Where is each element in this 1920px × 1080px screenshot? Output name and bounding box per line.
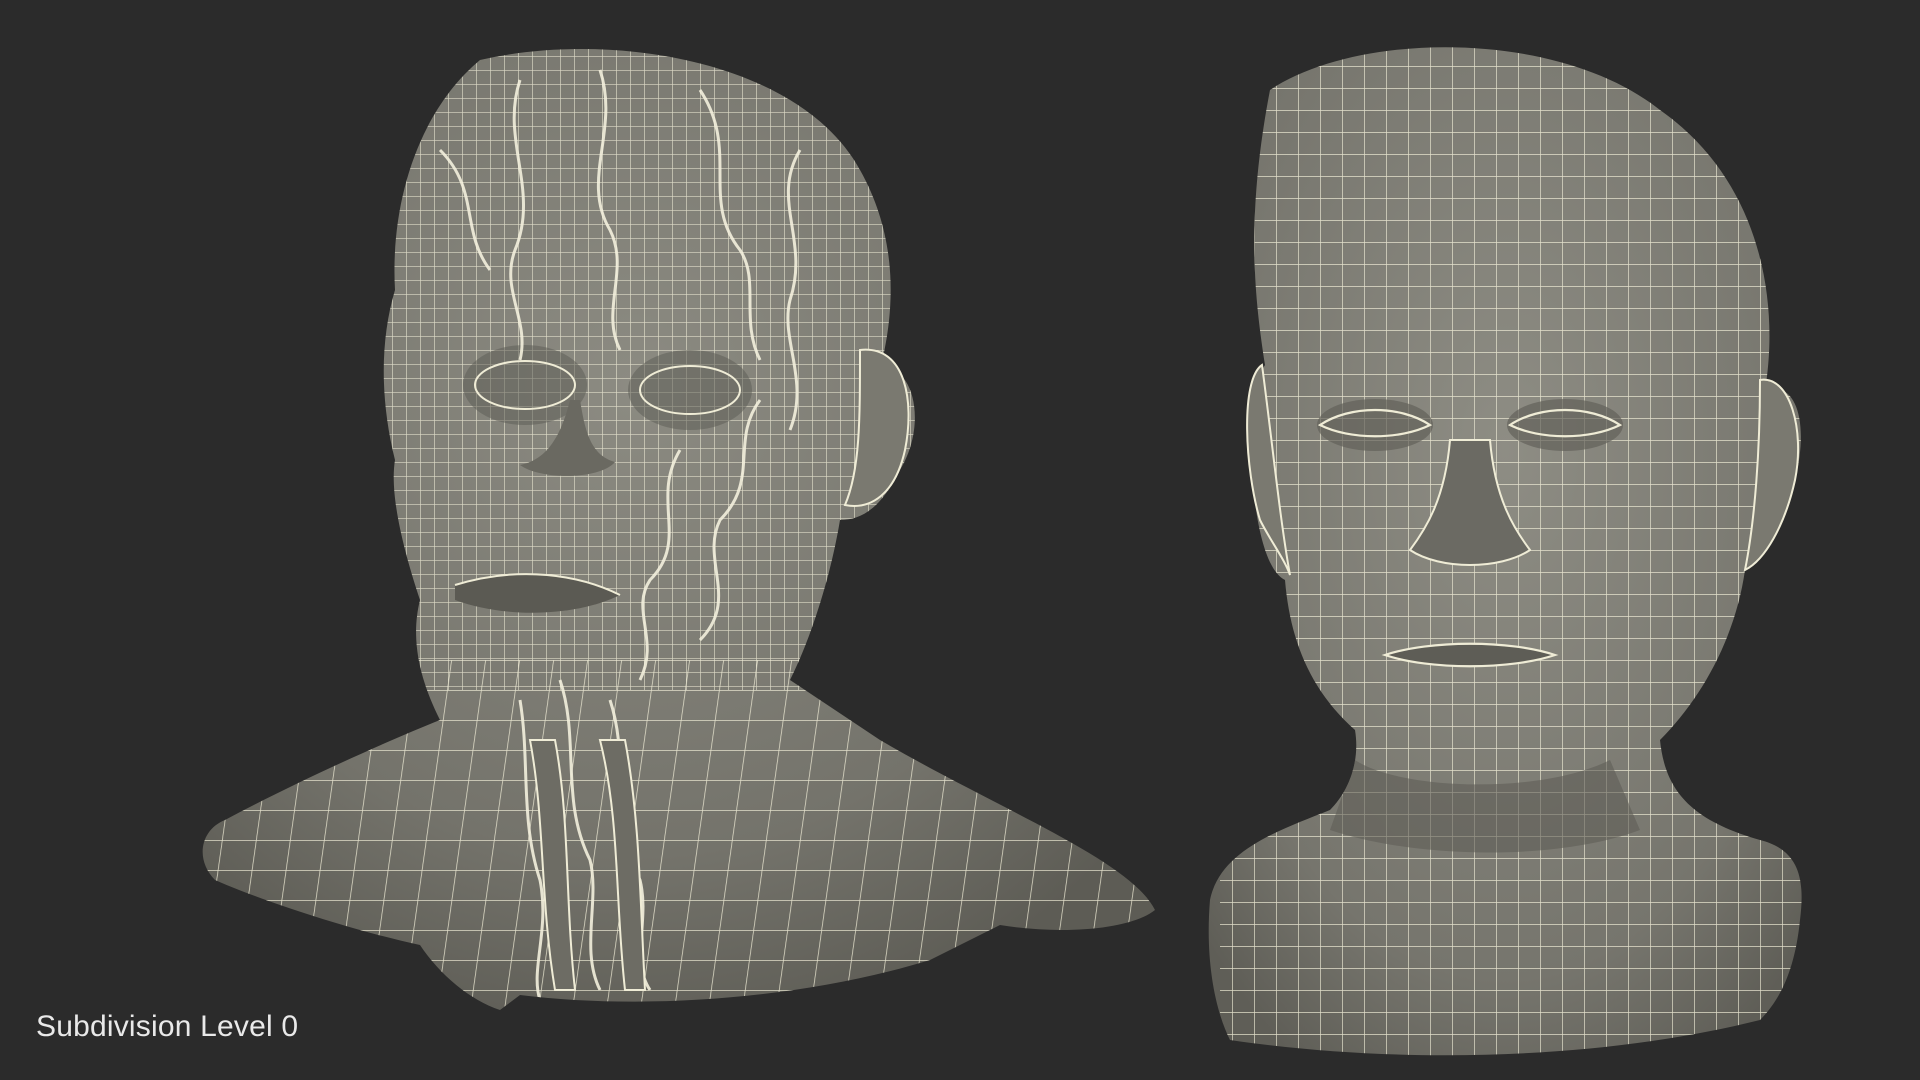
skin-head-model [1208,47,1802,1056]
render-viewport: Subdivision Level 0 [0,0,1920,1080]
anatomy-head-model [202,49,1155,1011]
render-canvas [202,47,1802,1056]
subdivision-level-caption: Subdivision Level 0 [36,1010,299,1043]
